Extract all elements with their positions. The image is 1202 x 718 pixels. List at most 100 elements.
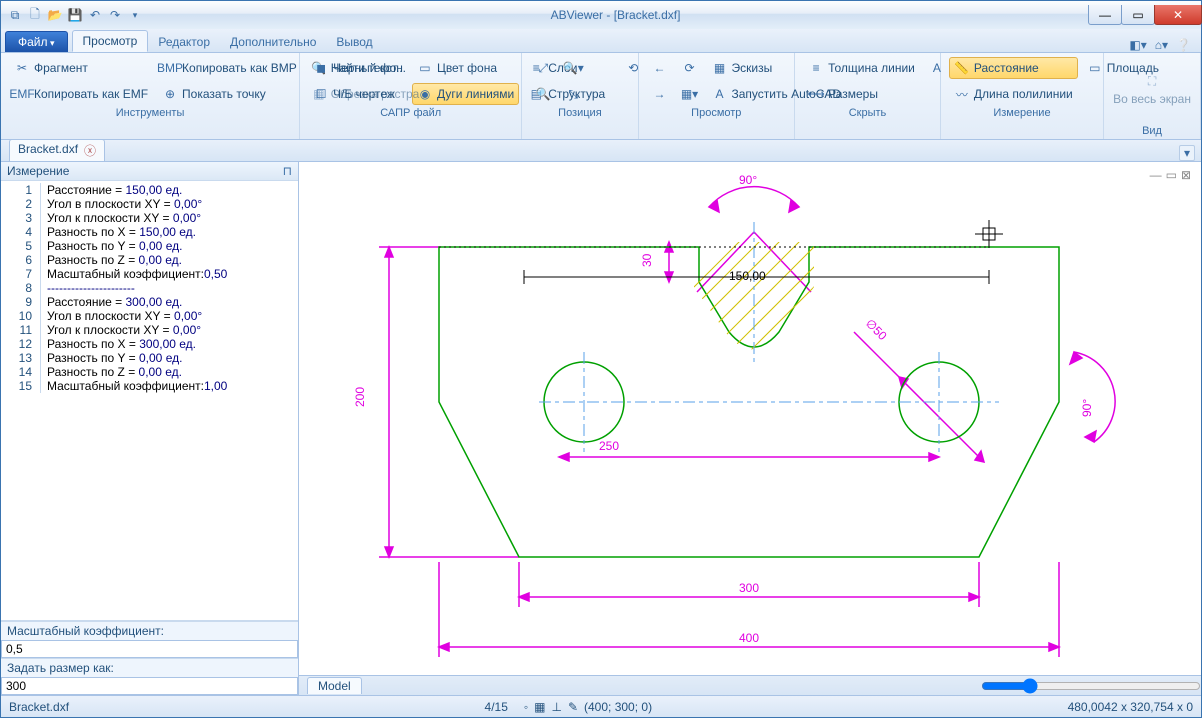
ortho-icon[interactable]: ⊥: [552, 700, 562, 714]
help-icon[interactable]: ❔: [1176, 38, 1191, 52]
close-tab-icon[interactable]: ⓧ: [84, 142, 96, 159]
zoom-slider[interactable]: [981, 678, 1201, 694]
ribbon-group-label: Вид: [1112, 123, 1192, 137]
titlebar: ⧉ 🗋 📂 💾 ↶ ↷ ▾ ABViewer - [Bracket.dxf] —…: [1, 1, 1201, 29]
ribbon-item-0-5[interactable]: ▦Обрезка растра: [306, 83, 425, 105]
ribbon-icon: 〰: [954, 86, 970, 102]
status-bar: Bracket.dxf 4/15 ◦ ▦ ⊥ ✎ (400; 300; 0) 4…: [1, 695, 1201, 717]
ribbon-group-label: Позиция: [530, 105, 629, 119]
ribbon-tab-0[interactable]: Просмотр: [72, 30, 149, 52]
qat-open-icon[interactable]: 📂: [47, 7, 63, 23]
dim-250: 250: [599, 439, 619, 453]
ribbon-icon: →: [652, 86, 668, 102]
ribbon-icon: ✂: [14, 60, 30, 76]
osnap-icon[interactable]: ✎: [568, 700, 578, 714]
minimize-button[interactable]: —: [1088, 5, 1122, 25]
ribbon-icon: ⤡: [565, 86, 581, 102]
ribbon-item-2-0[interactable]: ⤢: [530, 57, 556, 79]
scale-label: Масштабный коэффициент:: [1, 621, 298, 640]
ribbon-item-0-3[interactable]: ⊕Показать точку: [157, 83, 302, 105]
qat-redo-icon[interactable]: ↷: [107, 7, 123, 23]
doctabs-dropdown-icon[interactable]: ▾: [1179, 145, 1195, 161]
ribbon-item-3-2[interactable]: ⟳: [677, 57, 703, 79]
ribbon-item-0-1[interactable]: EMFКопировать как EMF: [9, 83, 153, 105]
setsize-label: Задать размер как:: [1, 658, 298, 677]
ribbon: ✂Фрагмент EMFКопировать как EMFBMPКопиров…: [1, 53, 1201, 140]
qat-new-icon[interactable]: 🗋: [27, 7, 43, 23]
dim-angle-right: 90°: [1080, 399, 1094, 417]
ribbon-item-1-3[interactable]: ◉Дуги линиями: [412, 83, 519, 105]
ribbon-tabs: Файл ПросмотрРедакторДополнительноВывод …: [1, 29, 1201, 53]
measurement-line: Расстояние = 300,00 ед.: [41, 295, 182, 309]
ribbon-item-5-1[interactable]: 〰Длина полилинии: [949, 83, 1078, 105]
maximize-button[interactable]: ▭: [1121, 5, 1155, 25]
ribbon-item-5-0[interactable]: 📏Расстояние: [949, 57, 1078, 79]
measurement-line: Угол к плоскости XY = 0,00°: [41, 211, 201, 225]
grid-icon[interactable]: ▦: [534, 700, 545, 714]
ribbon-item-2-3[interactable]: ⤡: [560, 83, 586, 105]
status-coord: (400; 300; 0): [584, 700, 652, 714]
ribbon-item-2-2[interactable]: 🔍▾: [560, 57, 586, 79]
ribbon-icon: 📏: [954, 60, 970, 76]
scale-input[interactable]: [1, 640, 298, 658]
ribbon-item-6-0[interactable]: ⛶Во весь экран: [1112, 57, 1192, 123]
status-dim: 480,0042 x 320,754 x 0: [1068, 700, 1193, 714]
qat-dropdown-icon[interactable]: ▾: [127, 7, 143, 23]
ribbon-icon: [595, 86, 611, 102]
setsize-input[interactable]: [1, 677, 298, 695]
ribbon-group-label: Инструменты: [9, 105, 291, 119]
drawing-canvas[interactable]: — ▭ ⊠: [299, 162, 1201, 695]
close-button[interactable]: ✕: [1154, 5, 1202, 25]
measurement-line: Масштабный коэффициент:0,50: [41, 267, 227, 281]
ribbon-icon: 🔍: [535, 86, 551, 102]
document-tab-label: Bracket.dxf: [18, 142, 78, 159]
ribbon-icon: ▦: [311, 86, 327, 102]
ribbon-icon: ▦▾: [682, 86, 698, 102]
home-dropdown-icon[interactable]: ⌂▾: [1155, 38, 1168, 52]
qat-undo-icon[interactable]: ↶: [87, 7, 103, 23]
measurement-panel: Измерение ⊓ 1Расстояние = 150,00 ед.2Уго…: [1, 162, 299, 695]
ribbon-item-2-1[interactable]: 🔍: [530, 83, 556, 105]
dim-200: 200: [353, 387, 367, 407]
window-title: ABViewer - [Bracket.dxf]: [143, 8, 1088, 22]
measurement-line: Угол к плоскости XY = 0,00°: [41, 323, 201, 337]
dim-150: 150,00: [729, 269, 766, 283]
ribbon-icon: ⊕: [162, 86, 178, 102]
ribbon-item-2-5[interactable]: [590, 83, 616, 105]
ribbon-item-0-0[interactable]: ✂Фрагмент: [9, 57, 153, 79]
pin-icon[interactable]: ⊓: [283, 164, 292, 178]
qat-save-icon[interactable]: 💾: [67, 7, 83, 23]
status-file: Bracket.dxf: [9, 700, 69, 714]
ribbon-icon: BMP: [162, 60, 178, 76]
ribbon-item-4-0[interactable]: ≡Толщина линии: [803, 57, 920, 79]
app-icon[interactable]: ⧉: [7, 7, 23, 23]
ribbon-item-1-0[interactable]: ◼Черный фон: [308, 57, 408, 79]
file-menu[interactable]: Файл: [5, 31, 68, 52]
measurement-line: Угол в плоскости XY = 0,00°: [41, 197, 202, 211]
ribbon-tab-2[interactable]: Дополнительно: [220, 32, 326, 52]
ribbon-item-3-1[interactable]: →: [647, 83, 673, 105]
quick-access-toolbar: ⧉ 🗋 📂 💾 ↶ ↷ ▾: [7, 7, 143, 23]
measurement-line: Разность по Z = 0,00 ед.: [41, 253, 182, 267]
snap-icon[interactable]: ◦: [524, 700, 528, 714]
ribbon-group-label: САПР файл: [308, 105, 513, 119]
ribbon-item-1-2[interactable]: ▭Цвет фона: [412, 57, 519, 79]
ribbon-item-0-2[interactable]: BMPКопировать как BMP: [157, 57, 302, 79]
ribbon-tab-1[interactable]: Редактор: [148, 32, 220, 52]
model-tab[interactable]: Model: [307, 677, 362, 694]
measurement-line: Разность по Y = 0,00 ед.: [41, 239, 182, 253]
document-tab[interactable]: Bracket.dxf ⓧ: [9, 139, 105, 161]
ribbon-item-2-4[interactable]: [590, 57, 616, 79]
ribbon-item-4-1[interactable]: ⟷Размеры: [803, 83, 920, 105]
ribbon-group-label: Измерение: [949, 105, 1095, 119]
dim-angle-top: 90°: [739, 173, 757, 187]
measurement-line: Разность по Y = 0,00 ед.: [41, 351, 182, 365]
ribbon-item-3-3[interactable]: ▦▾: [677, 83, 703, 105]
measurement-line: Расстояние = 150,00 ед.: [41, 183, 182, 197]
dim-30: 30: [640, 253, 654, 267]
ribbon-item-3-0[interactable]: ←: [647, 57, 673, 79]
ribbon-icon: ▭: [1087, 60, 1103, 76]
ribbon-icon: ◼: [313, 60, 329, 76]
style-dropdown-icon[interactable]: ◧▾: [1129, 38, 1146, 52]
ribbon-tab-3[interactable]: Вывод: [326, 32, 382, 52]
